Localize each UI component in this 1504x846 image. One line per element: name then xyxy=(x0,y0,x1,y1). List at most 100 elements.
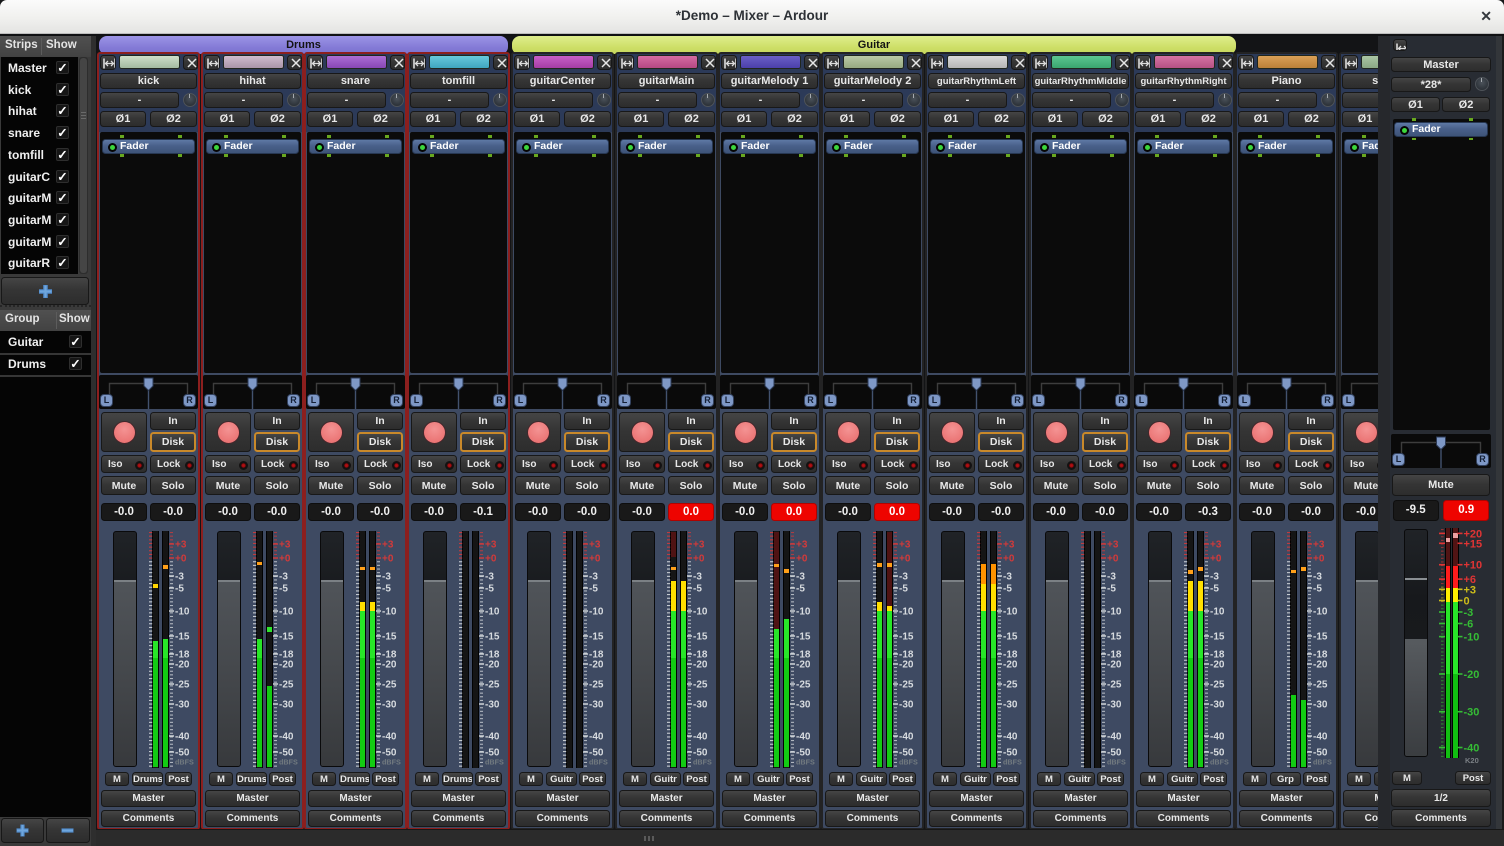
svg-text:+0: +0 xyxy=(589,554,601,565)
svg-text:+0: +0 xyxy=(279,554,291,565)
svg-text:-20: -20 xyxy=(382,660,397,671)
svg-text:-40: -40 xyxy=(1107,732,1122,743)
svg-text:-3: -3 xyxy=(279,572,288,583)
svg-text:-30: -30 xyxy=(1107,700,1122,711)
svg-text:dBFS: dBFS xyxy=(175,758,194,767)
svg-text:-25: -25 xyxy=(1003,680,1018,691)
svg-text:+3: +3 xyxy=(693,540,705,551)
svg-text:-40: -40 xyxy=(279,732,294,743)
svg-text:-3: -3 xyxy=(589,572,598,583)
svg-text:-10: -10 xyxy=(693,607,708,618)
svg-text:-40: -40 xyxy=(382,732,397,743)
svg-text:-3: -3 xyxy=(1464,607,1474,619)
svg-text:-20: -20 xyxy=(693,660,708,671)
svg-text:-15: -15 xyxy=(485,632,500,643)
svg-text:-40: -40 xyxy=(1003,732,1018,743)
svg-text:-10: -10 xyxy=(1107,607,1122,618)
svg-text:-3: -3 xyxy=(1210,572,1219,583)
svg-text:-20: -20 xyxy=(899,660,914,671)
svg-text:-20: -20 xyxy=(1313,660,1328,671)
svg-text:-30: -30 xyxy=(1464,707,1480,719)
svg-text:+3: +3 xyxy=(796,540,808,551)
svg-text:+3: +3 xyxy=(1464,584,1477,596)
svg-text:-5: -5 xyxy=(796,584,805,595)
svg-text:-20: -20 xyxy=(589,660,604,671)
svg-text:-30: -30 xyxy=(175,700,190,711)
svg-text:-40: -40 xyxy=(1313,732,1328,743)
svg-text:-10: -10 xyxy=(1003,607,1018,618)
svg-text:+3: +3 xyxy=(279,540,291,551)
svg-text:-5: -5 xyxy=(279,584,288,595)
svg-text:-15: -15 xyxy=(382,632,397,643)
svg-text:-30: -30 xyxy=(485,700,500,711)
svg-text:-5: -5 xyxy=(485,584,494,595)
svg-text:-5: -5 xyxy=(1210,584,1219,595)
svg-text:+3: +3 xyxy=(1107,540,1119,551)
svg-text:dBFS: dBFS xyxy=(589,758,608,767)
svg-text:+3: +3 xyxy=(1210,540,1222,551)
svg-text:-10: -10 xyxy=(1210,607,1225,618)
svg-text:-30: -30 xyxy=(589,700,604,711)
svg-text:-20: -20 xyxy=(485,660,500,671)
svg-text:+3: +3 xyxy=(175,540,187,551)
svg-text:+0: +0 xyxy=(899,554,911,565)
svg-text:dBFS: dBFS xyxy=(382,758,401,767)
svg-text:-15: -15 xyxy=(1107,632,1122,643)
svg-text:+0: +0 xyxy=(1313,554,1325,565)
svg-text:0: 0 xyxy=(1464,596,1470,608)
svg-text:+3: +3 xyxy=(382,540,394,551)
svg-text:-15: -15 xyxy=(796,632,811,643)
svg-text:-25: -25 xyxy=(1210,680,1225,691)
svg-text:+0: +0 xyxy=(1210,554,1222,565)
svg-text:-10: -10 xyxy=(485,607,500,618)
svg-text:-5: -5 xyxy=(1313,584,1322,595)
svg-text:-40: -40 xyxy=(899,732,914,743)
svg-text:-10: -10 xyxy=(175,607,190,618)
svg-text:+3: +3 xyxy=(1313,540,1325,551)
svg-text:-25: -25 xyxy=(1107,680,1122,691)
svg-text:-15: -15 xyxy=(899,632,914,643)
svg-text:-5: -5 xyxy=(1107,584,1116,595)
svg-text:-25: -25 xyxy=(175,680,190,691)
svg-text:-40: -40 xyxy=(589,732,604,743)
svg-text:-3: -3 xyxy=(1313,572,1322,583)
svg-text:dBFS: dBFS xyxy=(1210,758,1229,767)
svg-text:+0: +0 xyxy=(382,554,394,565)
svg-text:-40: -40 xyxy=(1210,732,1225,743)
svg-text:-25: -25 xyxy=(693,680,708,691)
svg-text:-20: -20 xyxy=(1464,669,1480,681)
svg-text:dBFS: dBFS xyxy=(899,758,918,767)
svg-text:-3: -3 xyxy=(175,572,184,583)
svg-text:-10: -10 xyxy=(1313,607,1328,618)
svg-text:-5: -5 xyxy=(589,584,598,595)
svg-text:-3: -3 xyxy=(1003,572,1012,583)
svg-text:-20: -20 xyxy=(279,660,294,671)
svg-text:-10: -10 xyxy=(1464,632,1480,644)
svg-text:-30: -30 xyxy=(1313,700,1328,711)
svg-text:-25: -25 xyxy=(382,680,397,691)
svg-text:-20: -20 xyxy=(796,660,811,671)
svg-text:-3: -3 xyxy=(382,572,391,583)
svg-text:+10: +10 xyxy=(1464,560,1483,572)
svg-text:-15: -15 xyxy=(1003,632,1018,643)
svg-text:-25: -25 xyxy=(899,680,914,691)
svg-text:K20: K20 xyxy=(1465,756,1479,765)
svg-text:-30: -30 xyxy=(382,700,397,711)
svg-text:-3: -3 xyxy=(796,572,805,583)
svg-text:+0: +0 xyxy=(1107,554,1119,565)
svg-text:+0: +0 xyxy=(485,554,497,565)
svg-text:dBFS: dBFS xyxy=(279,758,298,767)
svg-text:-10: -10 xyxy=(899,607,914,618)
svg-text:+3: +3 xyxy=(589,540,601,551)
svg-text:-10: -10 xyxy=(589,607,604,618)
svg-text:dBFS: dBFS xyxy=(1313,758,1332,767)
svg-text:-40: -40 xyxy=(485,732,500,743)
svg-text:-20: -20 xyxy=(1107,660,1122,671)
svg-text:+0: +0 xyxy=(796,554,808,565)
svg-text:-5: -5 xyxy=(382,584,391,595)
svg-text:-15: -15 xyxy=(693,632,708,643)
svg-text:-20: -20 xyxy=(1003,660,1018,671)
svg-text:-5: -5 xyxy=(175,584,184,595)
svg-text:dBFS: dBFS xyxy=(693,758,712,767)
svg-text:+15: +15 xyxy=(1464,538,1483,550)
